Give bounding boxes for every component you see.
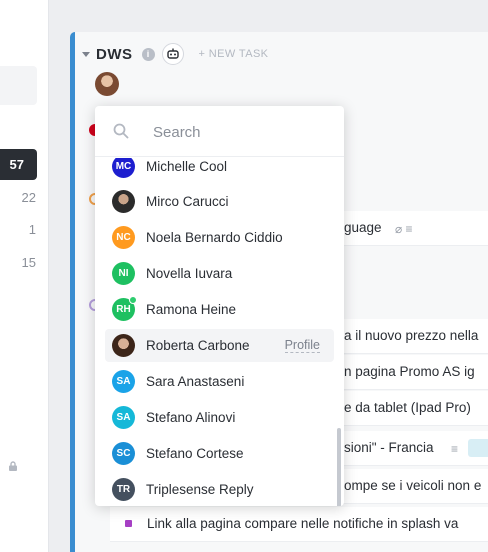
list-title[interactable]: DWS (96, 46, 133, 63)
profile-link[interactable]: Profile (284, 338, 320, 353)
user-avatar: SC (112, 442, 135, 465)
user-initials: RH (116, 304, 131, 315)
user-option[interactable]: NC Noela Bernardo Ciddio (105, 221, 334, 254)
task-name[interactable]: n pagina Promo AS ig (344, 364, 475, 379)
user-option[interactable]: SC Stefano Cortese (105, 437, 334, 470)
task-name[interactable]: a il nuovo prezzo nella (344, 328, 478, 343)
assignee-dropdown: MC Michelle Cool Mirco Carucci NC Noela … (95, 106, 344, 506)
online-indicator (129, 296, 137, 304)
tag-badge[interactable] (468, 439, 488, 457)
user-option[interactable]: MC Michelle Cool (105, 158, 334, 183)
sidebar-count[interactable]: 22 (22, 190, 36, 205)
sidebar-count[interactable]: 1 (29, 222, 36, 237)
list-header: DWS i + NEW TASK (82, 42, 268, 66)
description-icon: ≡ (451, 442, 459, 456)
info-icon[interactable]: i (141, 47, 155, 61)
user-name: Michelle Cool (146, 159, 228, 174)
user-avatar: RH (112, 296, 137, 321)
user-avatar: NI (112, 262, 135, 285)
user-name: Ramona Heine (146, 302, 237, 317)
search-row (95, 106, 344, 157)
user-name: Noela Bernardo Ciddio (146, 230, 283, 245)
sidebar-selected-item[interactable] (0, 66, 37, 105)
user-option[interactable]: SA Sara Anastaseni (105, 365, 334, 398)
user-option[interactable]: TR Triplesense Reply (105, 473, 334, 506)
user-option[interactable]: RH Ramona Heine (105, 293, 334, 326)
user-option-hovered[interactable]: Roberta Carbone Profile (105, 329, 334, 362)
lock-icon (9, 461, 17, 471)
assignee-avatar[interactable] (95, 72, 119, 96)
user-avatar: SA (112, 406, 135, 429)
user-name: Triplesense Reply (146, 482, 254, 497)
task-name[interactable]: Link alla pagina compare nelle notifiche… (147, 516, 458, 531)
robot-glyph-icon (166, 48, 179, 59)
user-option[interactable]: Mirco Carucci (105, 185, 334, 218)
user-name: Mirco Carucci (146, 194, 229, 209)
user-name: Novella Iuvara (146, 266, 233, 281)
user-name: Stefano Alinovi (146, 410, 236, 425)
sidebar-count[interactable]: 15 (22, 255, 36, 270)
search-input[interactable] (153, 121, 323, 143)
scrollbar-thumb[interactable] (337, 428, 341, 506)
user-avatar: MC (112, 158, 135, 178)
user-name: Sara Anastaseni (146, 374, 245, 389)
collapse-caret-icon[interactable] (82, 51, 90, 57)
user-avatar: NC (112, 226, 135, 249)
status-square-icon[interactable] (125, 520, 132, 527)
list-color-border (70, 32, 75, 552)
user-name: Stefano Cortese (146, 446, 244, 461)
left-sidebar: 57 22 1 15 (0, 0, 49, 552)
task-name[interactable]: ompe se i veicoli non e (344, 478, 481, 493)
user-avatar: TR (112, 478, 135, 501)
new-task-button[interactable]: + NEW TASK (199, 48, 269, 60)
user-avatar: SA (112, 370, 135, 393)
user-avatar (112, 334, 135, 357)
sidebar-count-active[interactable]: 57 (0, 149, 37, 180)
user-option[interactable]: SA Stefano Alinovi (105, 401, 334, 434)
user-list: MC Michelle Cool Mirco Carucci NC Noela … (95, 158, 344, 506)
user-name: Roberta Carbone (146, 338, 250, 353)
task-name[interactable]: sioni" - Francia (344, 440, 434, 455)
robot-icon[interactable] (161, 43, 184, 65)
task-row[interactable]: Link alla pagina compare nelle notifiche… (110, 507, 488, 542)
attachment-description-icon: ⌀ ≡ (395, 222, 413, 236)
task-name[interactable]: guage (344, 220, 382, 235)
search-icon (113, 123, 129, 139)
user-option[interactable]: NI Novella Iuvara (105, 257, 334, 290)
scrollbar[interactable] (337, 158, 341, 506)
task-name[interactable]: e da tablet (Ipad Pro) (344, 400, 471, 415)
user-avatar (112, 190, 135, 213)
